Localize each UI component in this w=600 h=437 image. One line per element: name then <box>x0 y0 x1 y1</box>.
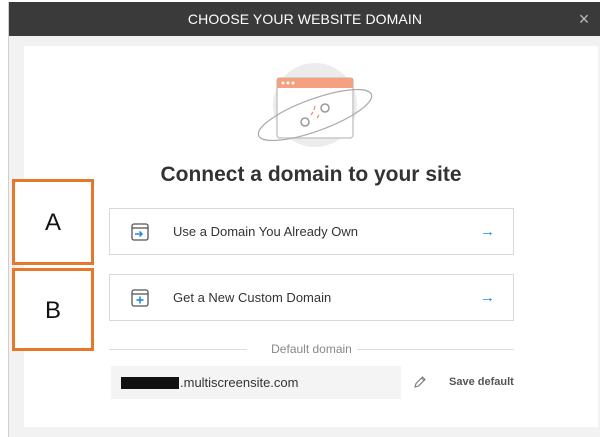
redacted-subdomain <box>121 377 179 389</box>
annotation-label-b: B <box>44 297 61 324</box>
default-domain-divider: Default domain <box>109 342 514 356</box>
default-domain-field[interactable]: .multiscreensite.com <box>111 366 401 399</box>
domain-dialog: CHOOSE YOUR WEBSITE DOMAIN × Connect a d… <box>8 2 600 437</box>
dialog-title: CHOOSE YOUR WEBSITE DOMAIN <box>187 11 423 27</box>
dialog-titlebar: CHOOSE YOUR WEBSITE DOMAIN × <box>9 2 600 36</box>
close-icon[interactable]: × <box>575 10 593 28</box>
arrow-right-icon: → <box>480 289 495 306</box>
annotation-label-a: A <box>44 209 61 236</box>
default-domain-row: .multiscreensite.com Save default <box>109 366 514 400</box>
use-own-domain-button[interactable]: Use a Domain You Already Own → <box>109 208 514 255</box>
annotation-box-b: B <box>12 268 94 351</box>
domain-add-icon <box>131 289 149 307</box>
domain-connect-icon <box>131 223 149 241</box>
page-title: Connect a domain to your site <box>160 163 462 186</box>
pencil-icon[interactable] <box>413 375 427 389</box>
use-own-domain-label: Use a Domain You Already Own <box>173 224 358 239</box>
get-new-domain-label: Get a New Custom Domain <box>173 290 332 305</box>
broken-link-illustration <box>257 63 373 147</box>
dialog-content: Connect a domain to your site Use a Doma… <box>24 46 598 427</box>
arrow-right-icon: → <box>480 223 495 240</box>
divider-line <box>357 349 514 350</box>
annotation-box-a: A <box>12 179 94 265</box>
save-default-button[interactable]: Save default <box>449 366 514 399</box>
default-domain-value: .multiscreensite.com <box>180 375 299 390</box>
get-new-domain-button[interactable]: Get a New Custom Domain → <box>109 274 514 321</box>
